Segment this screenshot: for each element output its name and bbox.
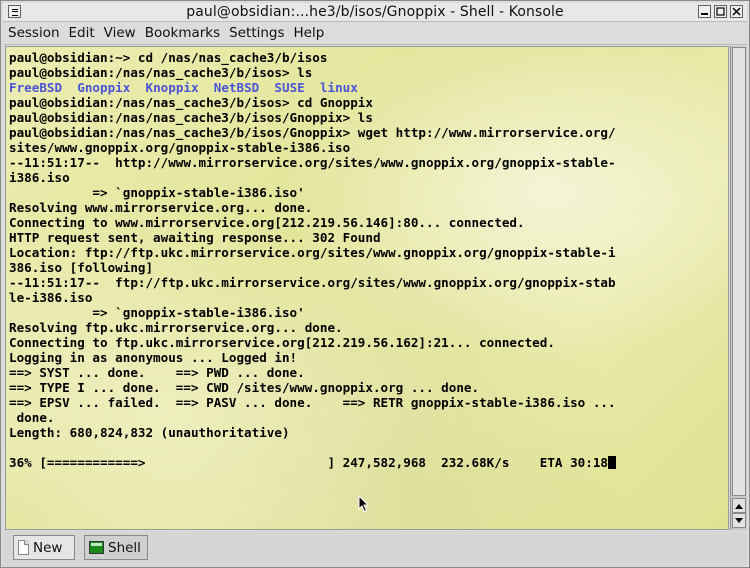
session-tab-bar: New Shell [3,531,747,567]
terminal-line: done. [9,410,55,425]
terminal-line: HTTP request sent, awaiting response... … [9,230,381,245]
ls-entry: Gnoppix [77,80,131,95]
terminal-line: ==> EPSV ... failed. ==> PASV ... done. … [9,395,616,410]
ls-entry: linux [319,80,358,95]
menu-help[interactable]: Help [289,25,329,41]
terminal-line: 386.iso [following] [9,260,154,275]
terminal-line: le-i386.iso [9,290,93,305]
konsole-window: paul@obsidian:...he3/b/isos/Gnoppix - Sh… [0,0,750,568]
menu-edit[interactable]: Edit [64,25,99,41]
arrow-down-icon [735,517,743,523]
terminal-line: --11:51:17-- ftp://ftp.ukc.mirrorservice… [9,275,616,290]
new-session-label: New [33,539,63,556]
scroll-down-button[interactable] [732,513,746,528]
title-bar[interactable]: paul@obsidian:...he3/b/isos/Gnoppix - Sh… [3,3,747,22]
terminal-line: sites/www.gnoppix.org/gnoppix-stable-i38… [9,140,351,155]
terminal-line: paul@obsidian:/nas/nas_cache3/b/isos> cd… [9,95,373,110]
scroll-up-button[interactable] [732,498,746,513]
terminal-output: paul@obsidian:~> cd /nas/nas_cache3/b/is… [9,50,616,470]
ls-output-line: FreeBSD Gnoppix Knoppix NetBSD SUSE linu… [9,80,616,95]
terminal-area[interactable]: paul@obsidian:~> cd /nas/nas_cache3/b/is… [5,46,729,530]
new-session-button[interactable]: New [13,535,75,560]
close-button[interactable] [730,5,743,18]
maximize-button[interactable] [714,5,727,18]
terminal-line: Length: 680,824,832 (unauthoritative) [9,425,290,440]
terminal-line: paul@obsidian:~> cd /nas/nas_cache3/b/is… [9,50,328,65]
terminal-line: Resolving ftp.ukc.mirrorservice.org... d… [9,320,343,335]
terminal-line: ==> TYPE I ... done. ==> CWD /sites/www.… [9,380,480,395]
terminal-line: paul@obsidian:/nas/nas_cache3/b/isos> ls [9,65,313,80]
terminal-line: => `gnoppix-stable-i386.iso' [9,185,305,200]
terminal-line: ==> SYST ... done. ==> PWD ... done. [9,365,305,380]
terminal-line: Logging in as anonymous ... Logged in! [9,350,298,365]
window-title: paul@obsidian:...he3/b/isos/Gnoppix - Sh… [186,4,564,20]
menu-settings[interactable]: Settings [224,25,288,41]
menu-bookmarks[interactable]: Bookmarks [140,25,224,41]
maximize-icon [716,7,725,16]
ls-entry: SUSE [274,80,305,95]
terminal-line: Location: ftp://ftp.ukc.mirrorservice.or… [9,245,616,260]
tab-shell-label: Shell [108,539,141,556]
menu-view[interactable]: View [99,25,140,41]
terminal-line: Connecting to www.mirrorservice.org[212.… [9,215,525,230]
minimize-icon [701,13,708,15]
terminal-line: => `gnoppix-stable-i386.iso' [9,305,305,320]
text-cursor [607,456,616,469]
menu-bar: Session Edit View Bookmarks Settings Hel… [3,22,747,45]
terminal-icon [89,541,104,554]
terminal-line: i386.iso [9,170,70,185]
menu-session[interactable]: Session [3,25,64,41]
terminal-line: --11:51:17-- http://www.mirrorservice.or… [9,155,616,170]
ls-entry: NetBSD [213,80,260,95]
scrollbar-thumb[interactable] [732,47,746,496]
tab-shell[interactable]: Shell [84,535,148,560]
terminal-line: paul@obsidian:/nas/nas_cache3/b/isos/Gno… [9,125,616,140]
terminal-line: Connecting to ftp.ukc.mirrorservice.org[… [9,335,555,350]
ls-entry: FreeBSD [9,80,63,95]
terminal-line: paul@obsidian:/nas/nas_cache3/b/isos/Gno… [9,110,373,125]
mouse-pointer-icon [358,495,370,513]
terminal-line: Resolving www.mirrorservice.org... done. [9,200,313,215]
terminal-line: 36% [============> ] 247,582,968 232.68K… [9,455,616,470]
minimize-button[interactable] [698,5,711,18]
arrow-up-icon [735,503,743,509]
new-document-icon [18,540,29,555]
ls-entry: Knoppix [145,80,199,95]
close-icon [732,7,741,16]
vertical-scrollbar[interactable] [730,46,747,530]
